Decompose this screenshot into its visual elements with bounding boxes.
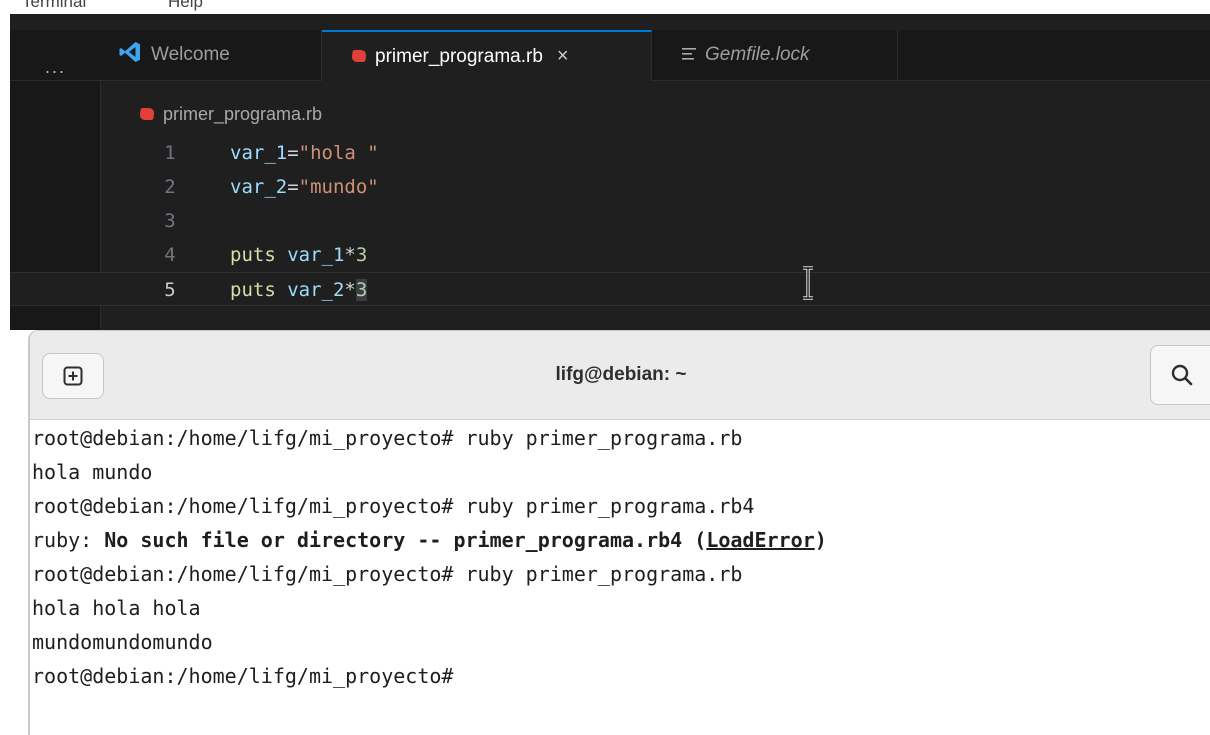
- line-number: 3: [164, 210, 176, 232]
- terminal-line: hola hola hola: [32, 591, 1210, 625]
- code-token: puts: [230, 244, 276, 266]
- code-line[interactable]: 1 var_1="hola ": [10, 136, 1210, 170]
- breadcrumb-file: primer_programa.rb: [163, 103, 323, 124]
- code-text: var_1="hola ": [230, 136, 379, 170]
- code-text: var_2="mundo": [230, 170, 379, 204]
- terminal-text: hola mundo: [32, 460, 153, 484]
- tab-primer-programa[interactable]: primer_programa.rb ×: [322, 30, 652, 81]
- terminal-text: root@debian:/home/lifg/mi_proyecto# ruby…: [32, 562, 743, 586]
- terminal-text: hola hola hola: [32, 596, 201, 620]
- terminal-header-bar: lifg@debian: ~: [30, 331, 1210, 420]
- breadcrumb[interactable]: primer_programa.rb: [139, 102, 323, 126]
- terminal-title: lifg@debian: ~: [555, 364, 687, 385]
- menu-bar: Terminal Help: [0, 0, 1210, 14]
- code-token: 3: [355, 244, 368, 266]
- code-text: puts var_2*3: [230, 273, 368, 307]
- editor-tab-bar: ··· Welcome primer_programa.rb × Gemfile…: [10, 30, 1210, 81]
- code-token: *: [344, 244, 356, 266]
- tab-label: Welcome: [151, 44, 230, 65]
- terminal-window: lifg@debian: ~ root@debian:/home/lifg/mi…: [28, 330, 1210, 735]
- terminal-line: root@debian:/home/lifg/mi_proyecto# ruby…: [32, 421, 1210, 455]
- terminal-text: No such file or directory -- primer_prog…: [104, 528, 707, 552]
- code-token: puts: [230, 279, 276, 301]
- code-editor: ··· Welcome primer_programa.rb × Gemfile…: [10, 14, 1210, 330]
- code-token: var_1: [287, 244, 345, 266]
- tab-label: primer_programa.rb: [375, 45, 543, 67]
- code-token: var_2: [230, 176, 288, 198]
- line-number: 4: [164, 244, 176, 266]
- search-button[interactable]: [1150, 345, 1210, 405]
- terminal-text: root@debian:/home/lifg/mi_proyecto# ruby…: [32, 494, 755, 518]
- code-text: puts var_1*3: [230, 238, 367, 272]
- terminal-text: root@debian:/home/lifg/mi_proyecto# ruby…: [32, 426, 743, 450]
- terminal-line: root@debian:/home/lifg/mi_proyecto# ruby…: [32, 489, 1210, 523]
- line-number: 5: [164, 279, 176, 301]
- code-token: 3: [355, 279, 368, 301]
- code-token: =: [287, 142, 299, 164]
- ruby-file-icon: [139, 108, 155, 120]
- terminal-line: mundomundomundo: [32, 625, 1210, 659]
- code-line[interactable]: 3: [10, 204, 1210, 238]
- menu-help[interactable]: Help: [168, 0, 203, 12]
- more-actions-button[interactable]: ···: [10, 46, 100, 96]
- search-icon: [1171, 364, 1192, 386]
- terminal-line: root@debian:/home/lifg/mi_proyecto#: [32, 659, 1210, 693]
- line-number: 2: [164, 176, 176, 198]
- lines-file-icon: [682, 44, 696, 66]
- line-number: 1: [164, 142, 176, 164]
- menu-terminal[interactable]: Terminal: [22, 0, 86, 12]
- terminal-text: ): [814, 528, 827, 552]
- terminal-text: root@debian:/home/lifg/mi_proyecto#: [32, 664, 466, 688]
- code-token: *: [344, 279, 356, 301]
- text-cursor-icon: [803, 266, 813, 300]
- ruby-file-icon: [351, 46, 367, 68]
- tab-gemfile-lock[interactable]: Gemfile.lock: [652, 30, 898, 80]
- close-tab-icon[interactable]: ×: [557, 45, 569, 68]
- tab-welcome[interactable]: Welcome: [100, 30, 322, 80]
- code-token: var_1: [230, 142, 288, 164]
- terminal-line: hola mundo: [32, 455, 1210, 489]
- terminal-text: LoadError: [706, 528, 815, 552]
- code-token: "mundo": [298, 176, 379, 198]
- code-line[interactable]: 5 puts var_2*3: [10, 272, 1210, 306]
- terminal-output[interactable]: root@debian:/home/lifg/mi_proyecto# ruby…: [32, 421, 1210, 693]
- tab-label: Gemfile.lock: [705, 44, 810, 65]
- code-token: =: [287, 176, 299, 198]
- code-line[interactable]: 2 var_2="mundo": [10, 170, 1210, 204]
- code-line[interactable]: 4 puts var_1*3: [10, 238, 1210, 272]
- terminal-text: mundomundomundo: [32, 630, 213, 654]
- terminal-line: ruby: No such file or directory -- prime…: [32, 523, 1210, 557]
- terminal-text: ruby:: [32, 528, 105, 552]
- code-token: "hola ": [298, 142, 379, 164]
- vscode-logo-icon: [118, 40, 142, 70]
- terminal-line: root@debian:/home/lifg/mi_proyecto# ruby…: [32, 557, 1210, 591]
- code-token: var_2: [287, 279, 345, 301]
